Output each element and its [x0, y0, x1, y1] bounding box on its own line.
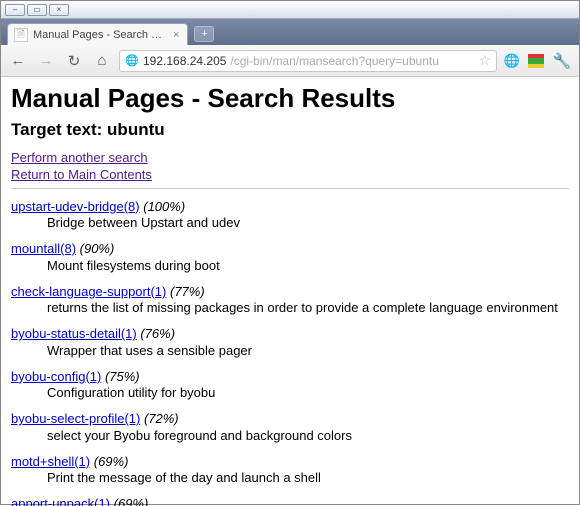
site-icon: 🌐: [125, 54, 139, 68]
search-result: byobu-select-profile(1) (72%) select your…: [11, 411, 569, 444]
result-score: (76%): [137, 326, 175, 341]
browser-tab[interactable]: 🗎 Manual Pages - Search … ×: [7, 23, 188, 45]
result-link[interactable]: byobu-config(1): [11, 369, 101, 384]
window-close-button[interactable]: ×: [49, 4, 69, 16]
window-maximize-button[interactable]: ▭: [27, 4, 47, 16]
page-content: Manual Pages - Search Results Target tex…: [1, 77, 579, 506]
search-results-list: upstart-udev-bridge(8) (100%)Bridge betw…: [11, 199, 569, 506]
search-result: mountall(8) (90%) Mount filesystems durin…: [11, 241, 569, 274]
search-result: upstart-udev-bridge(8) (100%)Bridge betw…: [11, 199, 569, 232]
search-result: check-language-support(1) (77%)returns t…: [11, 284, 569, 317]
result-link[interactable]: byobu-select-profile(1): [11, 411, 140, 426]
tab-title: Manual Pages - Search …: [33, 29, 162, 41]
result-description: Bridge between Upstart and udev: [11, 215, 569, 231]
result-link[interactable]: upstart-udev-bridge(8): [11, 199, 140, 214]
nav-links: Perform another search Return to Main Co…: [11, 150, 569, 184]
extension-globe-icon[interactable]: 🌐: [503, 52, 521, 70]
result-score: (72%): [140, 411, 178, 426]
result-score: (75%): [101, 369, 139, 384]
divider: [11, 188, 569, 189]
tab-strip: 🗎 Manual Pages - Search … × +: [1, 19, 579, 45]
page-favicon: 🗎: [14, 28, 28, 42]
url-path: /cgi-bin/man/mansearch?query=ubuntu: [230, 54, 438, 68]
url-host: 192.168.24.205: [143, 54, 226, 68]
target-query: ubuntu: [107, 120, 165, 139]
result-description: Wrapper that uses a sensible pager: [11, 343, 569, 359]
target-label: Target text:: [11, 120, 107, 139]
result-description: Print the message of the day and launch …: [11, 470, 569, 486]
result-link[interactable]: motd+shell(1): [11, 454, 90, 469]
bookmark-star-icon[interactable]: ☆: [478, 52, 491, 69]
result-score: (90%): [76, 241, 114, 256]
wrench-menu-button[interactable]: 🔧: [551, 50, 573, 72]
perform-another-search-link[interactable]: Perform another search: [11, 150, 148, 165]
result-link[interactable]: check-language-support(1): [11, 284, 166, 299]
result-score: (69%): [90, 454, 128, 469]
new-tab-button[interactable]: +: [194, 26, 214, 42]
result-description: Mount filesystems during boot: [11, 258, 569, 274]
search-result: byobu-config(1) (75%)Configuration utili…: [11, 369, 569, 402]
search-target-heading: Target text: ubuntu: [11, 120, 569, 140]
address-bar[interactable]: 🌐 192.168.24.205/cgi-bin/man/mansearch?q…: [119, 50, 497, 72]
extension-flag-icon[interactable]: [527, 52, 545, 70]
window-titlebar: – ▭ ×: [1, 1, 579, 19]
return-main-contents-link[interactable]: Return to Main Contents: [11, 167, 152, 182]
browser-toolbar: ← → ↻ ⌂ 🌐 192.168.24.205/cgi-bin/man/man…: [1, 45, 579, 77]
result-description: select your Byobu foreground and backgro…: [11, 428, 569, 444]
forward-button[interactable]: →: [35, 50, 57, 72]
result-score: (77%): [166, 284, 204, 299]
result-description: Configuration utility for byobu: [11, 385, 569, 401]
tab-close-icon[interactable]: ×: [173, 29, 179, 41]
window-minimize-button[interactable]: –: [5, 4, 25, 16]
result-link[interactable]: byobu-status-detail(1): [11, 326, 137, 341]
result-description: returns the list of missing packages in …: [11, 300, 569, 316]
back-button[interactable]: ←: [7, 50, 29, 72]
search-result: motd+shell(1) (69%)Print the message of …: [11, 454, 569, 487]
search-result: byobu-status-detail(1) (76%) Wrapper that…: [11, 326, 569, 359]
home-button[interactable]: ⌂: [91, 50, 113, 72]
page-title: Manual Pages - Search Results: [11, 83, 569, 114]
result-link[interactable]: mountall(8): [11, 241, 76, 256]
reload-button[interactable]: ↻: [63, 50, 85, 72]
result-score: (100%): [140, 199, 186, 214]
